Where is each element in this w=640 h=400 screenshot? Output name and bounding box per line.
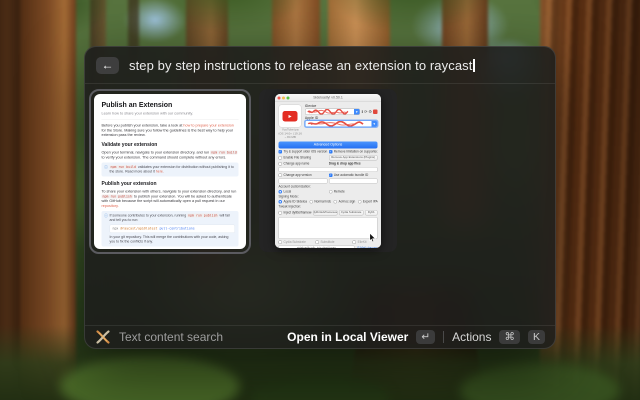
doc-link: how to prepare your extension <box>183 123 233 128</box>
back-arrow-icon: ← <box>102 58 114 72</box>
code-chip: npm run publish <box>187 213 218 217</box>
substrate-button: Cydia Substrate <box>339 209 363 215</box>
apple-id-label: Apple ID <box>305 116 378 120</box>
info-icon: ⓘ <box>104 165 108 170</box>
gear-icon: ⚙ <box>368 109 372 114</box>
chevron-down-icon: ▾ <box>354 109 360 115</box>
command-title: Text content search <box>119 330 223 344</box>
checkbox <box>279 161 283 165</box>
chevron-down-icon: ▾ <box>372 121 378 127</box>
checkbox <box>279 173 283 177</box>
radio <box>309 199 313 203</box>
pairing-icon <box>373 109 378 114</box>
account-section-label: Account customization: <box>279 184 378 188</box>
enter-keycap[interactable]: ↵ <box>416 330 435 344</box>
info-icon: ⓘ <box>104 213 108 218</box>
checkbox-disabled <box>353 240 357 244</box>
redaction-scribble <box>306 109 352 115</box>
checkbox-disabled <box>279 240 283 244</box>
checkbox-disabled <box>316 240 320 244</box>
doc-subtitle: Learn how to share your extension with o… <box>102 111 239 119</box>
search-query-text: step by step instructions to release an … <box>129 58 472 73</box>
email-changes-link: E-Mail changes <box>358 246 378 248</box>
result-app-thumbnail[interactable]: Sideloadly! v0.50.1 ▶ YouTube.ipa <box>259 89 397 252</box>
search-bar[interactable]: ← step by step instructions to release a… <box>85 47 555 83</box>
doc-paragraph: Before you publish your extension, take … <box>102 123 239 138</box>
doc-page: Publish an Extension Learn how to share … <box>94 94 246 249</box>
radio <box>358 199 362 203</box>
app-window-content: Sideloadly! v0.50.1 ▶ YouTube.ipa <box>275 94 381 248</box>
divider <box>443 331 444 343</box>
app-icon-column: ▶ YouTube.ipa iOS 14.0+ | 19.16 ~ 84 MB <box>279 104 302 139</box>
idevice-dropdown: ▾ <box>305 108 360 115</box>
cmd-keycap[interactable]: ⌘ <box>499 330 520 344</box>
play-icon: ▶ <box>288 113 291 118</box>
doc-paragraph: Open your terminal, navigate to your ext… <box>102 150 239 160</box>
checkbox-checked: ✓ <box>329 173 333 177</box>
app-window: Sideloadly! v0.50.1 ▶ YouTube.ipa <box>275 94 381 248</box>
apple-id-field: ▾ <box>305 120 378 127</box>
search-input[interactable]: step by step instructions to release an … <box>129 58 475 73</box>
refresh-icon: ⟳ <box>364 109 367 114</box>
checkbox <box>279 210 283 214</box>
app-name-field <box>279 166 378 171</box>
signing-section-label: Signing Mode: <box>279 194 378 198</box>
version-field <box>279 178 328 183</box>
doc-paragraph: To share your extension with others, nav… <box>102 189 239 209</box>
redaction-scribble <box>306 121 367 127</box>
window-titlebar: Sideloadly! v0.50.1 <box>275 94 381 102</box>
add-dylib-button: +dylib/deb/framework <box>313 209 337 215</box>
info-callout: ⓘ If someone contributes to your extensi… <box>102 211 239 246</box>
back-button[interactable]: ← <box>96 57 119 74</box>
advanced-options-button: Advanced Options <box>279 141 378 148</box>
info-icon: ℹ <box>362 109 364 114</box>
text-caret <box>473 59 475 72</box>
raycast-panel: ← step by step instructions to release a… <box>84 46 556 349</box>
doc-heading: Publish your extension <box>102 180 239 187</box>
checkbox <box>279 155 283 159</box>
radio-selected <box>279 189 283 193</box>
window-body: ▶ YouTube.ipa iOS 14.0+ | 19.16 ~ 84 MB <box>275 102 381 248</box>
actions-menu-label[interactable]: Actions <box>452 330 491 344</box>
remove-extensions-button: Remove App Extensions (Plugins) <box>329 154 378 160</box>
info-callout: ⓘ npm run build validates your extension… <box>102 162 239 176</box>
extension-icon <box>95 329 111 345</box>
info-banner-field: sideloadly.info, join chat forum <box>279 245 355 248</box>
code-block: npx @raycast/api@latest pull-contributio… <box>110 225 236 233</box>
app-drop-area: ▶ <box>279 104 302 127</box>
result-doc-thumbnail[interactable]: Publish an Extension Learn how to share … <box>89 89 251 254</box>
code-chip: npm run build <box>110 165 137 169</box>
doc-content: Publish an Extension Learn how to share … <box>94 94 246 249</box>
checkbox-checked: ✓ <box>329 149 333 153</box>
dylib-button: Dylib <box>365 209 378 215</box>
doc-link: repository. <box>102 204 119 209</box>
app-info-text: YouTube.ipa iOS 14.0+ | 19.16 ~ 84 MB <box>279 128 302 139</box>
radio <box>334 199 338 203</box>
idevice-label: iDevice <box>305 104 378 108</box>
k-keycap[interactable]: K <box>528 330 545 344</box>
desktop: ← step by step instructions to release a… <box>0 0 640 400</box>
device-toolbar: ℹ ⟳ ⚙ <box>362 109 378 114</box>
youtube-app-icon: ▶ <box>283 110 298 121</box>
doc-link: here. <box>156 170 164 174</box>
device-column: iDevice ▾ <box>305 104 378 139</box>
checkbox-checked: ✓ <box>279 149 283 153</box>
radio-selected <box>279 199 283 203</box>
action-bar: Text content search Open in Local Viewer… <box>85 325 555 348</box>
tweak-list-box <box>279 216 378 238</box>
mouse-cursor-icon <box>369 233 376 242</box>
window-title: Sideloadly! v0.50.1 <box>275 96 381 100</box>
tweak-section-label: Tweak Injection: <box>279 204 378 208</box>
bundle-id-field <box>329 178 378 183</box>
results-grid: Publish an Extension Learn how to share … <box>85 84 555 325</box>
doc-heading: Validate your extension <box>102 142 239 149</box>
primary-action-label[interactable]: Open in Local Viewer <box>287 330 408 344</box>
radio <box>329 189 333 193</box>
doc-title: Publish an Extension <box>102 100 239 109</box>
